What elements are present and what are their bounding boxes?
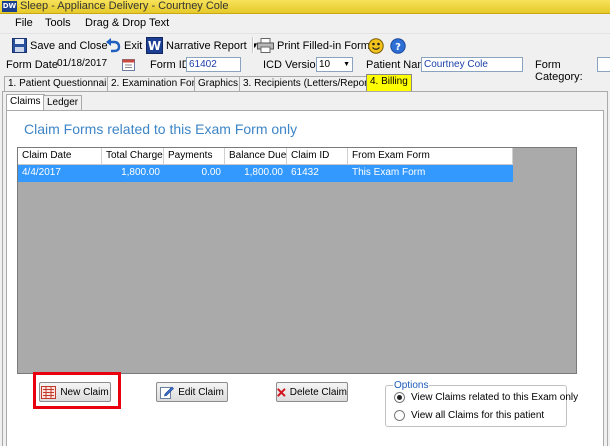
column-total-charge[interactable]: Total Charge xyxy=(102,148,164,165)
tab-patient-questionnaire[interactable]: 1. Patient Questionnaire xyxy=(4,76,120,91)
column-claim-date[interactable]: Claim Date xyxy=(18,148,102,165)
floppy-disk-icon xyxy=(12,38,27,53)
icd-version-select[interactable]: 10 ▼ xyxy=(316,57,353,72)
help-question-icon: ? xyxy=(390,37,406,54)
menu-drag-drop-text[interactable]: Drag & Drop Text xyxy=(85,17,169,29)
tab-examination-form[interactable]: 2. Examination Form xyxy=(107,76,208,91)
menu-tools[interactable]: Tools xyxy=(45,17,71,29)
svg-text:W: W xyxy=(148,39,161,53)
form-date-label: Form Date xyxy=(6,59,58,71)
tab-recipients[interactable]: 3. Recipients (Letters/Reports) xyxy=(239,76,383,91)
cell-payments: 0.00 xyxy=(201,167,221,178)
radio-button-checked[interactable] xyxy=(394,392,405,403)
radio-view-all-claims-label: View all Claims for this patient xyxy=(411,410,545,421)
form-id-field[interactable]: 61402 xyxy=(186,57,241,72)
narrative-report-button[interactable]: W Narrative Report ▼ xyxy=(146,37,259,54)
exit-button[interactable]: Exit xyxy=(105,37,142,54)
options-legend: Options xyxy=(393,380,430,391)
radio-view-exam-claims[interactable]: View Claims related to this Exam only xyxy=(394,392,578,403)
calendar-icon[interactable] xyxy=(122,58,135,71)
printer-icon xyxy=(257,38,274,53)
column-from-exam-form[interactable]: From Exam Form xyxy=(348,148,513,165)
cell-claim-id: 61432 xyxy=(291,167,319,178)
print-filled-in-form-button[interactable]: Print Filled-in Form xyxy=(257,37,370,54)
claims-heading: Claim Forms related to this Exam Form on… xyxy=(24,121,298,137)
toolbar: Save and Close Exit W Narrative Report ▼… xyxy=(0,33,610,55)
column-balance-due[interactable]: Balance Due xyxy=(225,148,287,165)
edit-claim-button[interactable]: Edit Claim xyxy=(156,382,228,402)
edit-pencil-icon xyxy=(160,386,175,399)
print-filled-in-form-label: Print Filled-in Form xyxy=(277,39,370,52)
tab-ledger[interactable]: Ledger xyxy=(43,95,83,110)
column-payments[interactable]: Payments xyxy=(164,148,225,165)
menu-bar: File Tools Drag & Drop Text xyxy=(0,14,610,32)
new-claim-label: New Claim xyxy=(60,386,109,398)
table-row[interactable]: 4/4/2017 1,800.00 0.00 1,800.00 61432 Th… xyxy=(18,165,513,182)
chevron-down-icon: ▼ xyxy=(343,61,350,68)
claim-form-icon xyxy=(41,385,57,399)
exit-label: Exit xyxy=(124,39,143,52)
smiley-face-icon xyxy=(368,37,384,54)
tab-billing[interactable]: 4. Billing xyxy=(366,74,412,91)
delete-claim-button[interactable]: Delete Claim xyxy=(276,382,348,402)
column-claim-id[interactable]: Claim ID xyxy=(287,148,348,165)
undo-arrow-icon xyxy=(106,38,121,53)
form-header-fields: Form Date 01/18/2017 Form ID: 61402 ICD … xyxy=(0,56,610,83)
delete-claim-label: Delete Claim xyxy=(289,386,347,398)
help-button[interactable]: ? xyxy=(390,37,409,54)
app-logo-icon: DW xyxy=(2,1,17,12)
save-and-close-button[interactable]: Save and Close xyxy=(12,37,108,54)
main-tab-strip: 1. Patient Questionnaire 2. Examination … xyxy=(0,74,610,91)
patient-name-field[interactable]: Courtney Cole xyxy=(421,57,523,72)
cell-from-exam-form: This Exam Form xyxy=(352,167,426,178)
cell-balance-due: 1,800.00 xyxy=(244,167,283,178)
form-date-field[interactable]: 01/18/2017 xyxy=(55,57,119,72)
menu-file[interactable]: File xyxy=(15,17,33,29)
edit-claim-label: Edit Claim xyxy=(178,386,224,398)
toolbar-separator xyxy=(252,37,254,53)
claims-grid[interactable]: Claim Date Total Charge Payments Balance… xyxy=(17,147,577,374)
window-title: Sleep - Appliance Delivery - Courtney Co… xyxy=(20,0,229,12)
tab-graphics[interactable]: Graphics xyxy=(194,76,243,91)
tab-claims[interactable]: Claims xyxy=(6,94,45,111)
radio-view-all-claims[interactable]: View all Claims for this patient xyxy=(394,410,544,421)
delete-x-icon xyxy=(277,387,286,397)
word-document-icon: W xyxy=(146,37,163,54)
radio-view-exam-claims-label: View Claims related to this Exam only xyxy=(411,392,579,403)
smiley-icon-button[interactable] xyxy=(368,37,387,54)
new-claim-button[interactable]: New Claim xyxy=(39,382,111,402)
radio-button-unchecked[interactable] xyxy=(394,410,405,421)
save-and-close-label: Save and Close xyxy=(30,39,108,52)
title-bar: DW Sleep - Appliance Delivery - Courtney… xyxy=(0,0,610,14)
svg-text:?: ? xyxy=(395,42,401,53)
icd-version-value: 10 xyxy=(319,59,331,70)
form-category-field[interactable] xyxy=(597,57,610,72)
narrative-report-label: Narrative Report xyxy=(166,39,247,52)
cell-total-charge: 1,800.00 xyxy=(121,167,160,178)
cell-claim-date: 4/4/2017 xyxy=(22,167,61,178)
grid-header: Claim Date Total Charge Payments Balance… xyxy=(18,148,513,165)
